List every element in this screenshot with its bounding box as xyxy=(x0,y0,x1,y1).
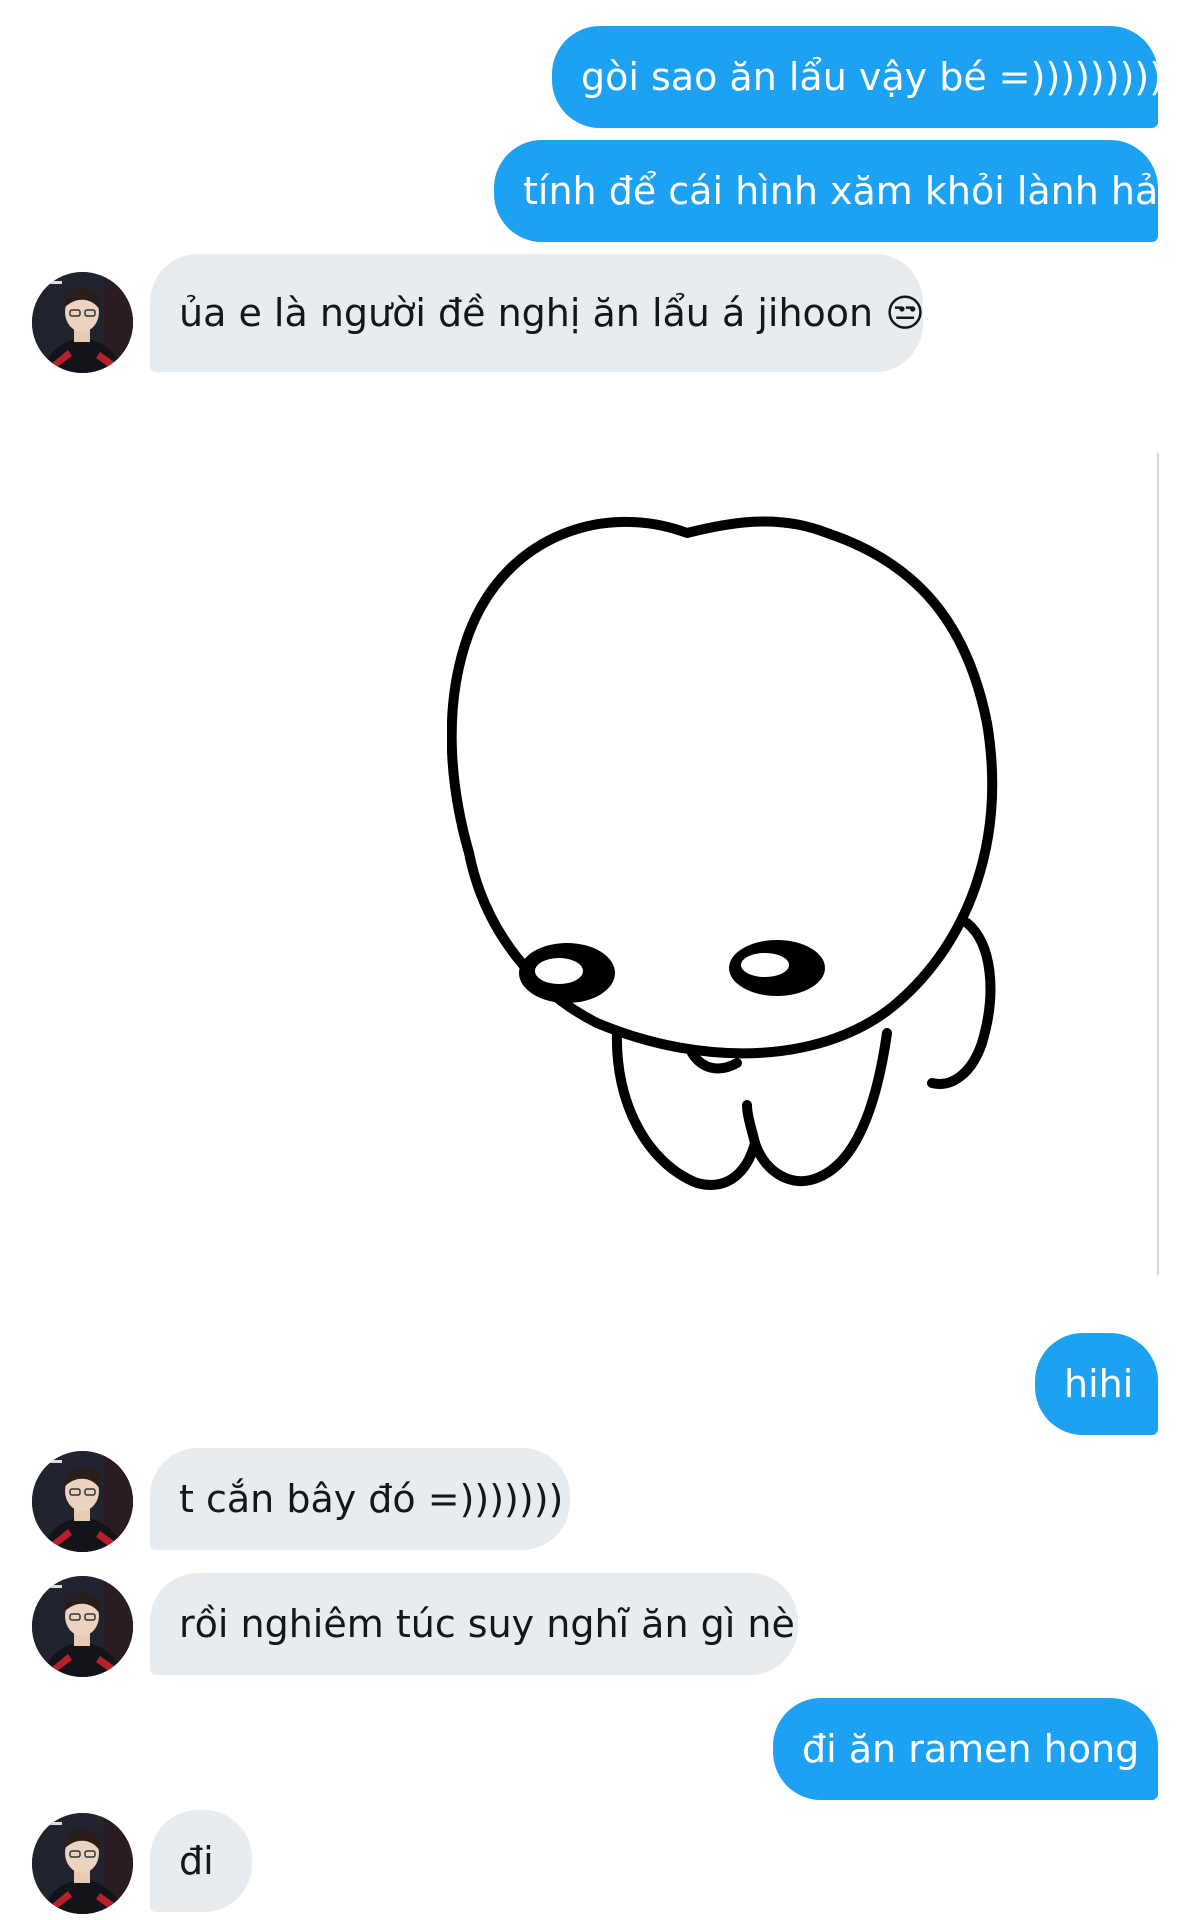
contact-avatar-icon[interactable] xyxy=(32,1576,133,1677)
incoming-message-bubble[interactable]: t cắn bây đó =))))))) xyxy=(150,1448,570,1550)
incoming-message-bubble[interactable]: rồi nghiêm túc suy nghĩ ăn gì nè xyxy=(150,1573,798,1675)
message-text: gòi sao ăn lẩu vậy bé =))))))))) xyxy=(581,55,1165,99)
message-text: rồi nghiêm túc suy nghĩ ăn gì nè xyxy=(179,1602,795,1646)
message-text: t cắn bây đó =))))))) xyxy=(179,1477,564,1521)
contact-avatar-icon[interactable] xyxy=(32,1451,133,1552)
outgoing-message-bubble[interactable]: hihi xyxy=(1035,1333,1158,1435)
message-text: đi ăn ramen hong xyxy=(802,1727,1140,1771)
sticker-drawing xyxy=(446,516,998,1190)
message-text: ủa e là người đề nghị ăn lẩu á jihoon 😒 xyxy=(179,291,925,335)
message-text: tính để cái hình xăm khỏi lành hả xyxy=(523,169,1159,213)
incoming-message-bubble[interactable]: ủa e là người đề nghị ăn lẩu á jihoon 😒 xyxy=(150,254,925,372)
outgoing-message-bubble[interactable]: gòi sao ăn lẩu vậy bé =))))))))) xyxy=(552,26,1164,128)
contact-avatar-icon[interactable] xyxy=(32,272,133,373)
outgoing-message-bubble[interactable]: tính để cái hình xăm khỏi lành hả xyxy=(494,140,1158,242)
message-text: đi xyxy=(179,1839,214,1883)
bowing-blob-sticker[interactable] xyxy=(446,463,1047,1223)
sticker-frame-edge xyxy=(1157,453,1159,1275)
outgoing-message-bubble[interactable]: đi ăn ramen hong xyxy=(773,1698,1158,1800)
contact-avatar-icon[interactable] xyxy=(32,1813,133,1914)
message-text: hihi xyxy=(1064,1362,1134,1406)
incoming-message-bubble[interactable]: đi xyxy=(150,1810,252,1912)
